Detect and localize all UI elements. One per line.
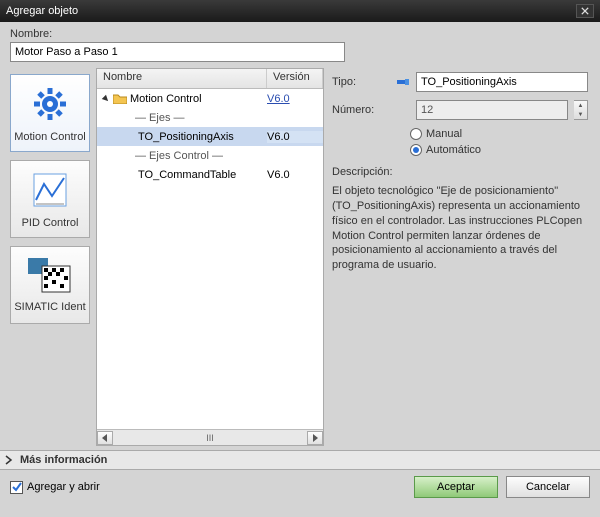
main-area: Motion Control PID Control SIMATIC Ident… (10, 68, 590, 446)
radio-label: Automático (426, 144, 481, 156)
datamatrix-icon (28, 258, 72, 297)
radio-label: Manual (426, 128, 462, 140)
radio-icon (410, 144, 422, 156)
folder-icon (113, 93, 127, 104)
tree-group: — Ejes — (97, 108, 323, 127)
dialog-footer: Agregar y abrir Aceptar Cancelar (0, 470, 600, 504)
tree-item-positioning-axis[interactable]: TO_PositioningAxis V6.0 (97, 127, 323, 146)
description-heading: Descripción: (332, 166, 588, 178)
category-list: Motion Control PID Control SIMATIC Ident (10, 68, 90, 446)
number-spinner: ▲▼ (574, 100, 588, 120)
collapse-icon[interactable] (101, 94, 111, 104)
chart-icon (30, 170, 70, 213)
axis-type-icon (396, 75, 410, 89)
item-label: TO_PositioningAxis (138, 131, 267, 143)
name-field: Nombre: (10, 28, 590, 62)
tree-root-version[interactable]: V6.0 (267, 93, 323, 105)
scroll-track[interactable]: III (113, 431, 307, 445)
checkbox-label: Agregar y abrir (27, 481, 100, 493)
open-after-checkbox[interactable]: Agregar y abrir (10, 481, 100, 494)
dialog-body: Nombre: Motion Control PID Control (0, 22, 600, 450)
category-label: SIMATIC Ident (14, 301, 85, 313)
dialog-title: Agregar objeto (6, 5, 78, 17)
tree-group: — Ejes Control — (97, 146, 323, 165)
tree-root-label: Motion Control (130, 93, 267, 105)
category-pid-control[interactable]: PID Control (10, 160, 90, 238)
title-bar: Agregar objeto (0, 0, 600, 22)
object-tree: Nombre Versión Motion Control V6.0 — Eje… (96, 68, 324, 446)
tree-rows: Motion Control V6.0 — Ejes — TO_Position… (97, 89, 323, 429)
item-version: V6.0 (267, 131, 323, 143)
tree-item-command-table[interactable]: TO_CommandTable V6.0 (97, 165, 323, 184)
type-label: Tipo: (332, 76, 390, 88)
name-label: Nombre: (10, 28, 590, 40)
spinner-up-icon: ▲ (574, 101, 587, 110)
close-button[interactable] (576, 4, 594, 18)
axis-icon (101, 132, 135, 142)
name-input[interactable] (10, 42, 345, 62)
close-icon (581, 7, 589, 15)
tree-root[interactable]: Motion Control V6.0 (97, 89, 323, 108)
radio-auto[interactable]: Automático (410, 144, 588, 156)
more-info-label: Más información (20, 454, 107, 466)
item-label: TO_CommandTable (138, 169, 267, 181)
number-label: Número: (332, 104, 390, 116)
col-name[interactable]: Nombre (97, 69, 267, 88)
group-label: — Ejes — (101, 112, 267, 124)
horizontal-scrollbar[interactable]: III (97, 429, 323, 445)
description-text: El objeto tecnológico "Eje de posicionam… (332, 184, 588, 273)
item-version: V6.0 (267, 169, 323, 181)
type-input[interactable] (416, 72, 588, 92)
col-version[interactable]: Versión (267, 69, 323, 88)
category-label: Motion Control (14, 131, 86, 143)
number-row: Número: ▲▼ (332, 100, 588, 120)
spinner-down-icon: ▼ (574, 110, 587, 119)
scroll-left-button[interactable] (97, 431, 113, 445)
group-label: — Ejes Control — (101, 150, 267, 162)
properties-panel: Tipo: Número: ▲▼ Manual Automático Descr… (330, 68, 590, 446)
chevron-right-icon (4, 455, 14, 465)
radio-icon (410, 128, 422, 140)
category-simatic-ident[interactable]: SIMATIC Ident (10, 246, 90, 324)
type-row: Tipo: (332, 72, 588, 92)
button-row: Aceptar Cancelar (414, 476, 590, 498)
scroll-right-button[interactable] (307, 431, 323, 445)
more-info-toggle[interactable]: Más información (0, 450, 600, 470)
number-input (416, 100, 568, 120)
ok-button[interactable]: Aceptar (414, 476, 498, 498)
category-motion-control[interactable]: Motion Control (10, 74, 90, 152)
category-label: PID Control (22, 217, 79, 229)
tree-header: Nombre Versión (97, 69, 323, 89)
radio-manual[interactable]: Manual (410, 128, 588, 140)
cancel-button[interactable]: Cancelar (506, 476, 590, 498)
gear-icon (30, 84, 70, 127)
checkbox-icon (10, 481, 23, 494)
axis-icon (101, 170, 135, 180)
